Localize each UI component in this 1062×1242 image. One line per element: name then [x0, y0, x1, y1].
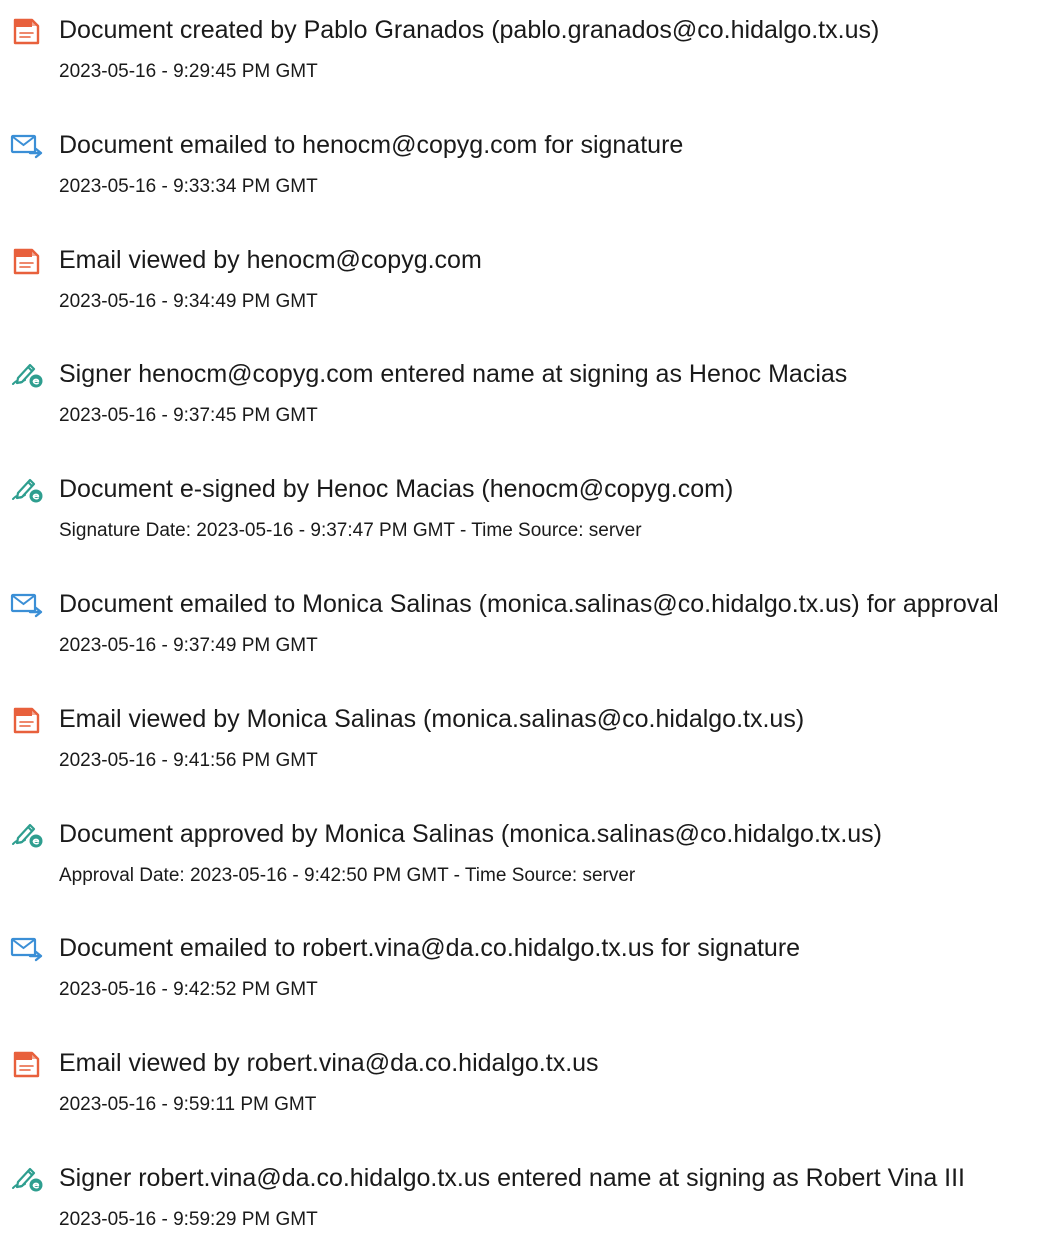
- event-title: Email viewed by henocm@copyg.com: [59, 246, 482, 274]
- audit-event: Document emailed to robert.vina@da.co.hi…: [0, 922, 1062, 1012]
- audit-event: Email viewed by henocm@copyg.com 2023-05…: [0, 234, 1062, 324]
- signature-pen-icon: [10, 1164, 44, 1194]
- event-signature-date: Signature Date: 2023-05-16 - 9:37:47 PM …: [59, 520, 642, 541]
- audit-event: Document emailed to Monica Salinas (moni…: [0, 578, 1062, 668]
- signature-pen-icon: [10, 820, 44, 850]
- document-icon: [10, 16, 44, 46]
- event-title: Email viewed by Monica Salinas (monica.s…: [59, 705, 805, 733]
- audit-event: Document e-signed by Henoc Macias (henoc…: [0, 463, 1062, 553]
- signature-pen-icon: [10, 475, 44, 505]
- document-icon: [10, 1049, 44, 1079]
- document-icon: [10, 705, 44, 735]
- event-title: Document approved by Monica Salinas (mon…: [59, 820, 883, 848]
- document-icon: [10, 246, 44, 276]
- audit-event: Email viewed by robert.vina@da.co.hidalg…: [0, 1037, 1062, 1127]
- event-title: Document e-signed by Henoc Macias (henoc…: [59, 475, 734, 503]
- event-timestamp: 2023-05-16 - 9:34:49 PM GMT: [59, 291, 318, 312]
- audit-event: Signer henocm@copyg.com entered name at …: [0, 348, 1062, 438]
- email-sent-icon: [10, 131, 44, 161]
- event-timestamp: 2023-05-16 - 9:33:34 PM GMT: [59, 176, 318, 197]
- email-sent-icon: [10, 590, 44, 620]
- audit-event: Signer robert.vina@da.co.hidalgo.tx.us e…: [0, 1152, 1062, 1242]
- signature-pen-icon: [10, 360, 44, 390]
- audit-event: Document emailed to henocm@copyg.com for…: [0, 119, 1062, 209]
- event-timestamp: 2023-05-16 - 9:42:52 PM GMT: [59, 979, 318, 1000]
- event-timestamp: 2023-05-16 - 9:59:11 PM GMT: [59, 1094, 317, 1115]
- event-title: Document emailed to henocm@copyg.com for…: [59, 131, 684, 159]
- event-timestamp: 2023-05-16 - 9:59:29 PM GMT: [59, 1209, 318, 1230]
- event-timestamp: 2023-05-16 - 9:37:49 PM GMT: [59, 635, 318, 656]
- event-title: Document created by Pablo Granados (pabl…: [59, 16, 880, 44]
- event-approval-date: Approval Date: 2023-05-16 - 9:42:50 PM G…: [59, 865, 636, 886]
- event-title: Email viewed by robert.vina@da.co.hidalg…: [59, 1049, 599, 1077]
- event-title: Document emailed to robert.vina@da.co.hi…: [59, 934, 801, 962]
- event-timestamp: 2023-05-16 - 9:29:45 PM GMT: [59, 61, 318, 82]
- event-title: Signer henocm@copyg.com entered name at …: [59, 360, 848, 388]
- event-timestamp: 2023-05-16 - 9:37:45 PM GMT: [59, 405, 318, 426]
- event-title: Signer robert.vina@da.co.hidalgo.tx.us e…: [59, 1164, 966, 1192]
- email-sent-icon: [10, 934, 44, 964]
- event-timestamp: 2023-05-16 - 9:41:56 PM GMT: [59, 750, 318, 771]
- audit-event: Document created by Pablo Granados (pabl…: [0, 4, 1062, 94]
- audit-event: Email viewed by Monica Salinas (monica.s…: [0, 693, 1062, 783]
- event-title: Document emailed to Monica Salinas (moni…: [59, 590, 999, 618]
- audit-event: Document approved by Monica Salinas (mon…: [0, 808, 1062, 898]
